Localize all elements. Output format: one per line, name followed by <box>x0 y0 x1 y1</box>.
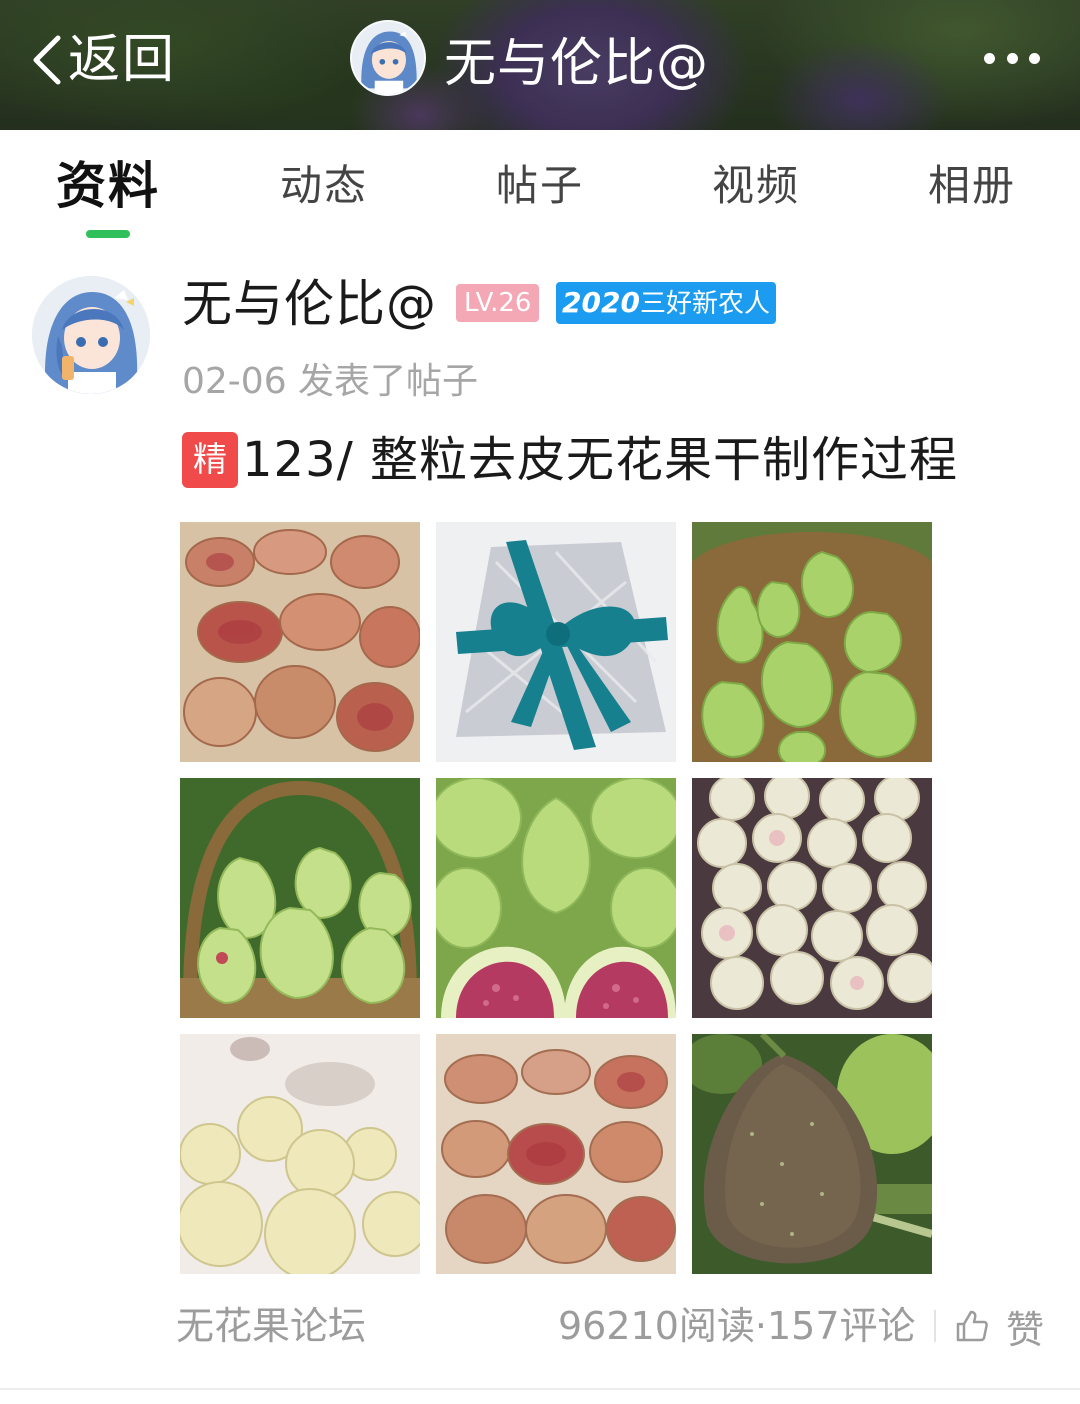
tab-profile[interactable]: 资料 <box>0 130 216 242</box>
tab-activity[interactable]: 动态 <box>216 130 432 242</box>
honor-year: 2020 <box>562 286 640 319</box>
post-image-gift-package[interactable] <box>436 522 676 762</box>
tab-posts[interactable]: 帖子 <box>432 130 648 242</box>
level-badge: LV.26 <box>456 284 540 322</box>
author-avatar[interactable] <box>32 276 150 394</box>
thumbs-up-icon <box>956 1310 988 1342</box>
post-card[interactable]: 无与伦比@ LV.26 2020三好新农人 02-06 发表了帖子 精 123/… <box>0 242 1080 1392</box>
post-image-green-figs[interactable] <box>692 522 932 762</box>
more-dots-icon[interactable] <box>984 40 1040 76</box>
forum-link[interactable]: 无花果论坛 <box>176 1298 366 1354</box>
tab-videos[interactable]: 视频 <box>648 130 864 242</box>
profile-header: 返回 无与伦比@ <box>0 0 1080 130</box>
post-meta: 02-06 发表了帖子 <box>182 361 479 402</box>
post-image-peeled-white-figs[interactable] <box>180 1034 420 1274</box>
featured-badge: 精 <box>182 432 238 488</box>
back-label: 返回 <box>68 30 177 90</box>
like-button[interactable]: 赞 <box>954 1298 1044 1354</box>
active-tab-indicator <box>86 230 130 238</box>
post-image-peeled-figs[interactable] <box>692 778 932 1018</box>
author-name[interactable]: 无与伦比@ <box>182 272 437 336</box>
tab-label: 动态 <box>279 161 368 210</box>
chevron-left-icon <box>33 35 61 85</box>
post-footer: 无花果论坛 96210阅读·157评论 赞 <box>0 1290 1080 1360</box>
post-image-green-figs-basket[interactable] <box>180 778 420 1018</box>
post-title[interactable]: 123/ 整粒去皮无花果干制作过程 <box>242 428 958 492</box>
header-user: 无与伦比@ <box>350 20 709 96</box>
tab-label: 帖子 <box>495 161 584 210</box>
tab-label: 相册 <box>927 161 1016 210</box>
post-image-grid <box>180 522 932 1274</box>
profile-tabs: 资料 动态 帖子 视频 相册 <box>0 130 1080 242</box>
honor-badge: 2020三好新农人 <box>556 282 776 324</box>
post-image-halved-figs[interactable] <box>436 778 676 1018</box>
tab-label: 资料 <box>56 157 160 215</box>
honor-text: 三好新农人 <box>639 289 770 319</box>
back-button[interactable]: 返回 <box>28 28 176 92</box>
post-title-row[interactable]: 精 123/ 整粒去皮无花果干制作过程 <box>182 428 958 492</box>
post-image-dried-figs-2[interactable] <box>436 1034 676 1274</box>
tab-label: 视频 <box>711 161 800 210</box>
post-stats: 96210阅读·157评论 <box>558 1304 916 1348</box>
header-avatar[interactable] <box>350 20 426 96</box>
like-label: 赞 <box>1006 1307 1045 1352</box>
post-image-purple-fig[interactable] <box>692 1034 932 1274</box>
bottom-divider <box>0 1388 1080 1390</box>
divider <box>934 1310 936 1342</box>
header-title: 无与伦比@ <box>444 33 710 94</box>
post-image-dried-figs[interactable] <box>180 522 420 762</box>
tab-albums[interactable]: 相册 <box>864 130 1080 242</box>
